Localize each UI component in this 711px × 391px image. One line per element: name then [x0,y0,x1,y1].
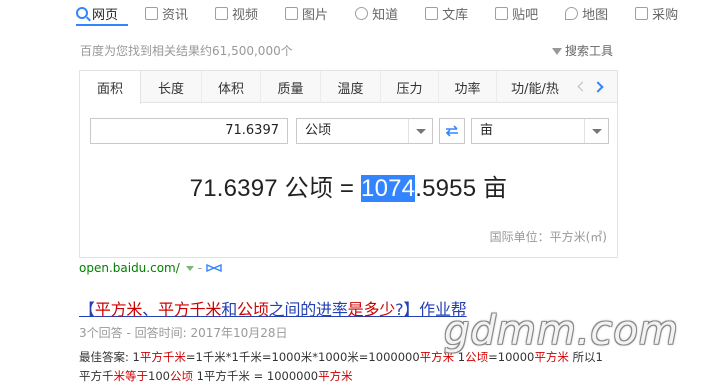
keyword-highlight: 是多少 [347,300,396,319]
to-unit-value: 亩 [480,123,494,138]
converter-tabs: 面积 长度 体积 质量 温度 压力 功率 功/能/热 [80,71,617,104]
map-icon [565,6,579,20]
nav-item-images[interactable]: 图片 [285,0,328,26]
nav-item-label: 采购 [652,7,679,23]
result-highlight: 1074 [361,175,416,202]
separator: - [197,261,203,275]
library-icon [425,6,439,20]
result-suffix: .5955 亩 [415,175,508,202]
snippet-text: 平方千 [79,369,114,383]
swap-icon [445,125,458,137]
search-icon [76,7,88,19]
tab-length[interactable]: 长度 [141,71,202,103]
snippet-line: 平方千米等于100公顷 1平方千米 = 1000000平方米 [79,367,639,386]
search-tools-label: 搜索工具 [565,44,614,58]
nav-item-shopping[interactable]: 采购 [635,0,678,26]
nav-item-label: 知道 [372,7,399,23]
nav-item-label: 文库 [442,7,469,23]
swap-units-button[interactable] [439,118,465,144]
nav-item-news[interactable]: 资讯 [145,0,188,26]
keyword-highlight: 公顷 [169,369,193,383]
chevron-left-icon[interactable] [577,81,588,92]
result-meta: 3个回答 - 回答时间: 2017年10月28日 [79,326,288,340]
nav-item-label: 网页 [92,7,119,23]
chevron-down-icon [408,119,432,143]
snippet-text: =1千米*1千米=1000米*1000米=1000000 [185,350,420,364]
snippet-text: 100 [148,369,170,383]
tab-temperature[interactable]: 温度 [321,71,381,103]
snippet-text: 【 [79,300,95,319]
intl-unit-note: 国际单位：平方米(㎡) [489,230,607,244]
tab-area[interactable]: 面积 [80,71,141,104]
from-unit-select[interactable]: 公顷 [296,118,433,144]
to-unit-select[interactable]: 亩 [471,118,609,144]
tab-scroll-arrows [577,71,604,102]
unit-converter: 面积 长度 体积 质量 温度 压力 功率 功/能/热 71.6397 公顷 亩 … [79,70,618,258]
chevron-down-icon [584,119,608,143]
nav-item-label: 视频 [232,7,259,23]
from-unit-value: 公顷 [305,123,332,138]
chevron-down-icon[interactable] [185,265,194,271]
video-icon [215,6,229,20]
snippet-text: 之间的进率 [268,300,348,319]
active-tab-underline [76,24,128,26]
question-icon [355,6,369,20]
nav-item-label: 贴吧 [512,7,539,23]
snippet-text: 最佳答案: 1 [79,350,140,364]
filter-icon [552,47,562,55]
image-icon [285,6,299,20]
nav-item-web[interactable]: 网页 [76,0,118,26]
nav-item-label: 图片 [302,7,329,23]
tab-mass[interactable]: 质量 [261,71,321,103]
keyword-highlight: 平方米 [318,369,353,383]
keyword-highlight: 公顷 [237,300,269,319]
nav-item-tieba[interactable]: 贴吧 [495,0,538,26]
tieba-icon [495,6,509,20]
nav-item-wenku[interactable]: 文库 [425,0,468,26]
keyword-highlight: 平方千米 [139,350,186,364]
snippet-text: 、 [142,300,159,319]
source-url[interactable]: open.baidu.com/ [79,261,180,275]
watermark: gdmm.com [444,308,679,354]
nav-item-label: 地图 [582,7,609,23]
keyword-highlight: 平方米 [94,300,143,319]
value-input[interactable]: 71.6397 [90,118,288,144]
nav-item-video[interactable]: 视频 [215,0,258,26]
snippet-text: 1平方千米 = 1000000 [192,369,319,383]
news-icon [145,6,159,20]
tab-volume[interactable]: 体积 [202,71,261,103]
conversion-result: 71.6397 公顷 = 1074.5955 亩 [80,168,617,203]
chevron-right-icon[interactable] [592,80,604,93]
result-prefix: 71.6397 公顷 = [189,175,362,202]
snippet-text: 和 [221,300,238,319]
tab-work-energy-heat[interactable]: 功/能/热 [497,71,573,103]
result-title-link[interactable]: 【平方米、平方千米和公顷之间的进率是多少?】作业帮 [79,296,467,320]
search-tools-button[interactable]: 搜索工具 [552,42,613,59]
tab-pressure[interactable]: 压力 [381,71,439,103]
shopping-icon [635,6,649,20]
nav-item-label: 资讯 [162,7,189,23]
nav-item-map[interactable]: 地图 [565,0,608,26]
nav-item-zhidao[interactable]: 知道 [355,0,398,26]
keyword-highlight: 平方千米 [158,300,222,319]
keyword-highlight: 米等于 [113,369,149,383]
top-nav: 网页 资讯 视频 图片 知道 文库 贴吧 地图 采购 [76,0,705,26]
baidu-paw-icon [206,264,222,272]
tab-power[interactable]: 功率 [439,71,497,103]
source-line: open.baidu.com/ - [79,261,222,275]
result-count: 百度为您找到相关结果约61,500,000个 [80,44,293,58]
